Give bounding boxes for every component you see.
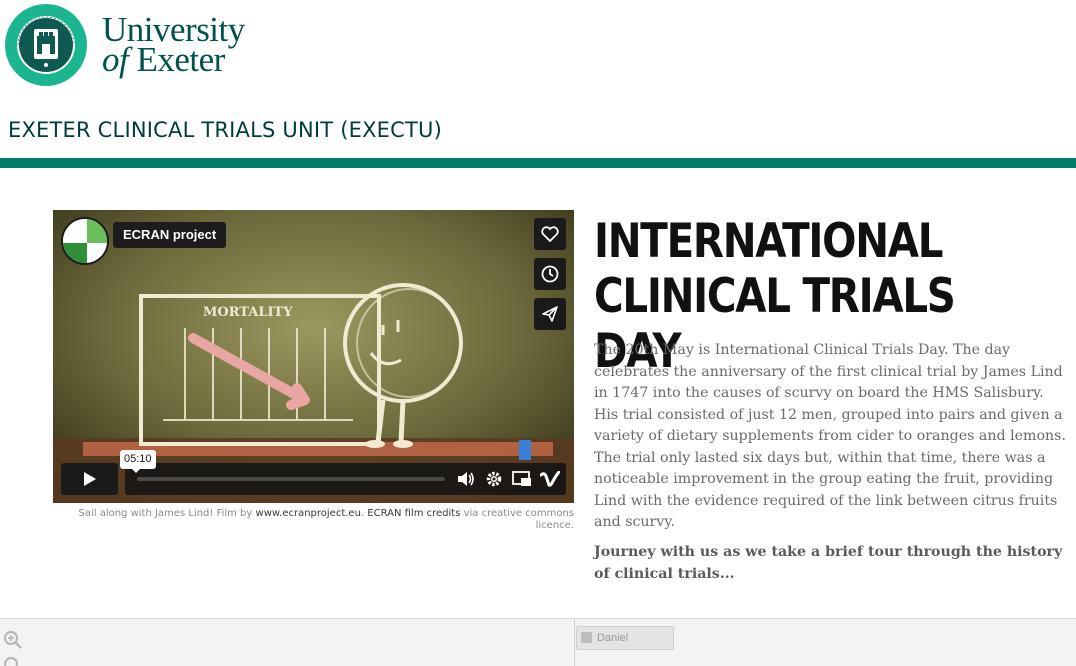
user-tab[interactable]: Daniel <box>576 626 674 650</box>
site-header: University of Exeter EXETER CLINICAL TRI… <box>0 0 1076 168</box>
vimeo-icon <box>540 471 560 487</box>
logo-of: of <box>102 40 129 79</box>
pip-button[interactable] <box>510 467 534 491</box>
user-icon <box>581 632 592 643</box>
header-divider <box>0 158 1076 168</box>
like-button[interactable] <box>534 218 566 250</box>
settings-button[interactable] <box>482 467 506 491</box>
pip-icon <box>512 471 531 486</box>
play-icon <box>83 472 96 486</box>
zoom-out-icon[interactable] <box>3 656 23 666</box>
share-button[interactable] <box>534 298 566 330</box>
caption-text: Sail along with James Lind! Film by <box>78 508 256 519</box>
settings-icon <box>486 471 502 487</box>
send-icon <box>542 306 558 322</box>
page-title-line1: INTERNATIONAL <box>594 214 944 269</box>
channel-avatar[interactable] <box>61 217 109 265</box>
user-tab-label: Daniel <box>597 632 629 644</box>
article-lead-out: Journey with us as we take a brief tour … <box>594 544 1063 582</box>
logo-line2: of Exeter <box>102 42 245 77</box>
volume-button[interactable] <box>454 467 478 491</box>
board-label: MORTALITY <box>203 305 293 320</box>
logo-exeter: Exeter <box>136 40 225 79</box>
volume-icon <box>458 472 474 486</box>
university-wordmark: University of Exeter <box>102 12 245 77</box>
progress-slider[interactable] <box>137 477 445 481</box>
channel-name-badge[interactable]: ECRAN project <box>113 222 227 248</box>
heart-icon <box>541 226 559 242</box>
viewer-toolbar <box>0 618 1076 666</box>
zoom-in-icon[interactable] <box>3 630 23 650</box>
film-credits-link[interactable]: ECRAN film credits <box>367 508 460 519</box>
video-caption: Sail along with James Lind! Film by www.… <box>53 508 574 532</box>
time-tooltip: 05:10 <box>120 450 156 473</box>
university-crest-icon <box>5 4 87 86</box>
watch-later-button[interactable] <box>534 258 566 290</box>
unit-title[interactable]: EXETER CLINICAL TRIALS UNIT (EXECTU) <box>8 118 442 142</box>
vimeo-button[interactable] <box>538 467 562 491</box>
play-button[interactable] <box>61 463 118 495</box>
caption-licence: via creative commons licence. <box>460 508 574 531</box>
toolbar-divider <box>574 619 575 666</box>
clock-icon <box>541 265 559 283</box>
university-logo[interactable]: University of Exeter <box>4 3 245 87</box>
article-body: The 20th May is International Clinical T… <box>594 342 1066 530</box>
ecran-link[interactable]: www.ecranproject.eu <box>256 508 361 519</box>
